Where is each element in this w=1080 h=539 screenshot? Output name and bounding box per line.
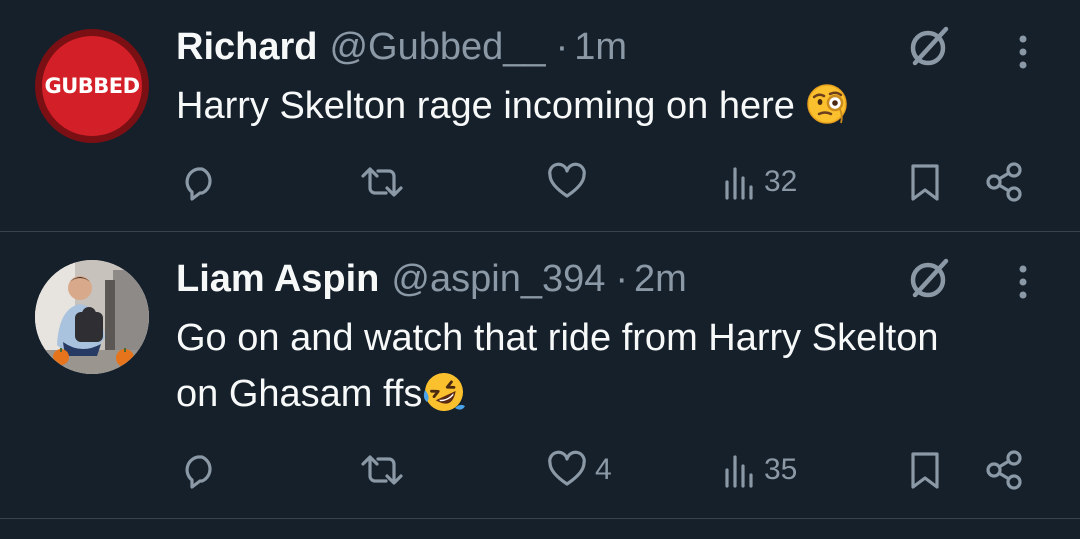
tweet-header: Richard @Gubbed__ · 1m [176, 26, 627, 70]
separator-dot: · [615, 258, 629, 300]
views-button[interactable]: 32 [722, 157, 797, 207]
tweet-text: Go on and watch that ride from Harry Ske… [176, 310, 1056, 422]
separator-dot: · [555, 26, 569, 68]
more-options-icon[interactable] [1012, 260, 1034, 304]
share-button[interactable] [983, 445, 1027, 495]
views-icon [725, 167, 753, 200]
reply-icon [185, 455, 212, 489]
reply-button[interactable] [178, 445, 228, 495]
avatar[interactable]: GUBBED [35, 29, 149, 143]
gubbed-logo: GUBBED [42, 36, 142, 136]
more-options-icon[interactable] [1012, 30, 1034, 74]
retweet-button[interactable] [358, 445, 412, 495]
author-handle[interactable]: @Gubbed__ [329, 26, 545, 69]
like-button[interactable] [545, 157, 595, 207]
tweet-text-line-2-content: on Ghasam ffs [176, 373, 423, 415]
tweet-text: Harry Skelton rage incoming on here [176, 78, 1056, 134]
tweet[interactable]: Liam Aspin @aspin_394 · 2m Go on and wat… [0, 232, 1080, 519]
tweet-text-line-2: on Ghasam ffs [176, 366, 1056, 422]
author-handle[interactable]: @aspin_394 [391, 258, 605, 301]
rolling-on-the-floor-laughing-emoji [424, 373, 466, 411]
like-button[interactable]: 4 [545, 445, 612, 495]
author-name[interactable]: Liam Aspin [176, 258, 379, 301]
grok-icon[interactable] [904, 22, 954, 72]
author-name[interactable]: Richard [176, 26, 317, 69]
bookmark-icon [911, 452, 939, 489]
face-with-monocle-emoji [807, 84, 848, 124]
tweet-actions: 32 [0, 157, 1080, 207]
timestamp[interactable]: 1m [574, 26, 627, 69]
avatar[interactable] [35, 260, 149, 374]
profile-photo [35, 260, 149, 374]
reply-button[interactable] [178, 157, 228, 207]
tweet-actions: 4 35 [0, 445, 1080, 495]
retweet-button[interactable] [358, 157, 412, 207]
bookmark-icon [911, 164, 939, 201]
tweet-header: Liam Aspin @aspin_394 · 2m [176, 258, 687, 302]
reply-icon [185, 167, 212, 201]
heart-icon [548, 450, 586, 486]
share-icon [986, 162, 1022, 202]
bookmark-button[interactable] [907, 445, 943, 495]
views-count: 35 [764, 453, 798, 486]
retweet-icon [361, 167, 403, 197]
views-icon [725, 455, 753, 488]
tweet[interactable]: GUBBED Richard @Gubbed__ · 1m Harry Skel… [0, 0, 1080, 232]
views-count: 32 [764, 165, 798, 198]
bookmark-button[interactable] [907, 157, 943, 207]
timestamp[interactable]: 2m [634, 258, 687, 301]
retweet-icon [361, 455, 403, 485]
avatar-logo-text: GUBBED [44, 74, 140, 98]
grok-icon[interactable] [904, 254, 954, 304]
heart-icon [548, 162, 586, 198]
tweet-text-content: Harry Skelton rage incoming on here [176, 85, 795, 127]
tweet-text-line-1: Go on and watch that ride from Harry Ske… [176, 317, 939, 359]
share-button[interactable] [983, 157, 1027, 207]
like-count: 4 [595, 453, 612, 486]
views-button[interactable]: 35 [722, 445, 797, 495]
share-icon [986, 450, 1022, 490]
